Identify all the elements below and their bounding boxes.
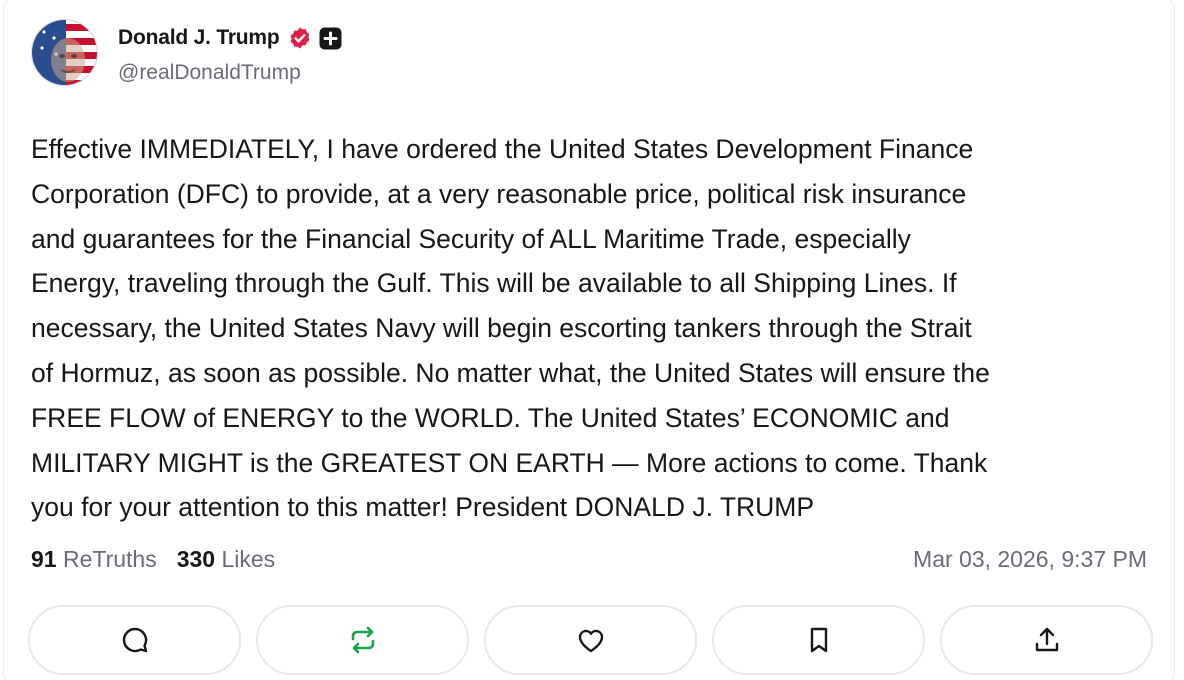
plus-badge-icon (319, 27, 342, 50)
post-body-text: Effective IMMEDIATELY, I have ordered th… (31, 134, 990, 523)
share-icon (1035, 627, 1058, 652)
author-display-name[interactable]: Donald J. Trump (118, 26, 280, 50)
retruths-count: 91 (31, 546, 57, 572)
retruths-label: ReTruths (62, 546, 157, 572)
post-timestamp[interactable]: Mar 03, 2026, 9:37 PM (913, 546, 1147, 573)
author-handle[interactable]: @realDonaldTrump (118, 61, 301, 85)
likes-label: Likes (221, 546, 276, 572)
reply-button[interactable] (28, 605, 241, 675)
likes-stat[interactable]: 330 Likes (177, 546, 275, 573)
author-name-row: Donald J. Trump (118, 24, 342, 52)
action-bar (28, 605, 1153, 675)
bookmark-button[interactable] (712, 605, 925, 675)
heart-icon (578, 629, 603, 653)
retruth-button[interactable] (256, 605, 469, 675)
avatar-image (32, 20, 97, 85)
repost-icon (351, 626, 374, 654)
verified-badge-icon (288, 26, 312, 50)
avatar[interactable] (31, 19, 98, 86)
likes-count: 330 (176, 546, 216, 572)
share-button[interactable] (940, 605, 1153, 675)
comment-icon (122, 627, 147, 653)
post-stats: 91 ReTruths 330 Likes (31, 546, 275, 573)
bookmark-icon (810, 627, 827, 653)
like-button[interactable] (484, 605, 697, 675)
retruths-stat[interactable]: 91 ReTruths (31, 546, 157, 573)
